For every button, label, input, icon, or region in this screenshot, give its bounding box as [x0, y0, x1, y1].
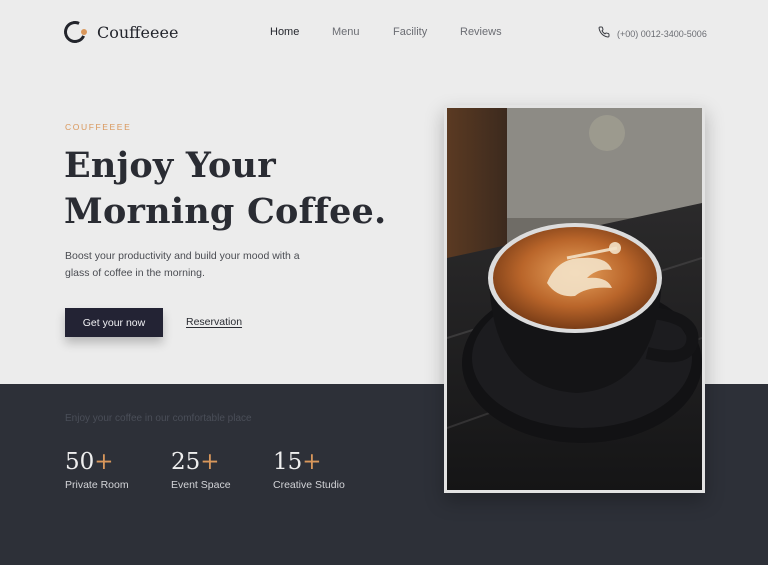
- stat-number: 15: [273, 449, 303, 475]
- stat-label: Creative Studio: [273, 479, 345, 491]
- stat-plus: +: [302, 449, 322, 475]
- reservation-link[interactable]: Reservation: [186, 316, 242, 328]
- headline-line-2: Morning Coffee.: [64, 191, 387, 232]
- hero-eyebrow: COUFFEEEE: [65, 122, 132, 132]
- stat-plus: +: [200, 449, 220, 475]
- brand-logo[interactable]: Couffeeee: [60, 17, 179, 47]
- hero-subtext: Boost your productivity and build your m…: [65, 250, 300, 279]
- brand-name: Couffeeee: [97, 22, 179, 42]
- stat-number: 50: [65, 449, 95, 475]
- phone-icon: [598, 25, 610, 43]
- nav-item-facility[interactable]: Facility: [393, 26, 427, 38]
- facility-caption: Enjoy your coffee in our comfortable pla…: [65, 413, 252, 424]
- stat-event-space: 25+ Event Space: [171, 449, 231, 491]
- stat-creative-studio: 15+ Creative Studio: [273, 449, 345, 491]
- hero-headline: Enjoy Your Morning Coffee.: [64, 143, 424, 235]
- nav-item-home[interactable]: Home: [270, 26, 299, 38]
- stat-number: 25: [171, 449, 201, 475]
- stat-label: Event Space: [171, 479, 231, 491]
- stat-plus: +: [94, 449, 114, 475]
- coffee-cup-image: [447, 108, 702, 490]
- headline-line-1: Enjoy Your: [64, 145, 276, 186]
- phone-contact[interactable]: (+00) 0012-3400-5006: [598, 25, 707, 43]
- coffee-c-logo-icon: [60, 17, 90, 47]
- get-your-now-button[interactable]: Get your now: [65, 308, 163, 337]
- nav-item-menu[interactable]: Menu: [332, 26, 360, 38]
- stat-private-room: 50+ Private Room: [65, 449, 129, 491]
- phone-number: (+00) 0012-3400-5006: [617, 29, 707, 39]
- coffee-photo-frame: [444, 105, 705, 493]
- stat-label: Private Room: [65, 479, 129, 491]
- nav-item-reviews[interactable]: Reviews: [460, 26, 502, 38]
